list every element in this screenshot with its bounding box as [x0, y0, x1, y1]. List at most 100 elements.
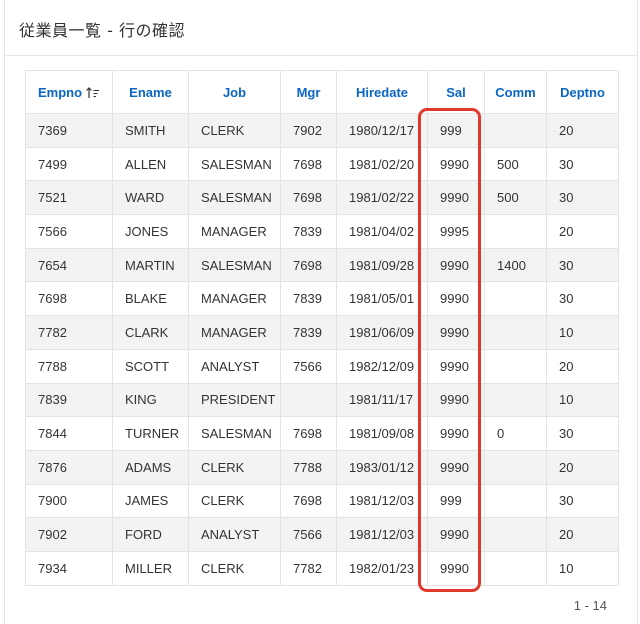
table-row: 7839 KING PRESIDENT 1981/11/17 9990 10 — [25, 382, 619, 418]
cell-empno: 7934 — [25, 550, 113, 586]
cell-ename: WARD — [112, 180, 189, 216]
cell-comm — [484, 483, 547, 519]
cell-ename: MILLER — [112, 550, 189, 586]
cell-mgr: 7698 — [280, 416, 337, 451]
cell-empno: 7698 — [25, 281, 113, 317]
cell-empno: 7499 — [25, 146, 113, 182]
cell-empno: 7654 — [25, 247, 113, 283]
cell-hiredate: 1981/05/01 — [336, 281, 428, 317]
cell-comm: 0 — [484, 416, 547, 451]
cell-hiredate: 1981/04/02 — [336, 214, 428, 249]
cell-deptno: 10 — [546, 315, 619, 350]
column-header-label: Empno — [37, 84, 83, 100]
cell-comm: 500 — [484, 180, 547, 216]
column-header-hiredate[interactable]: Hiredate — [336, 70, 428, 114]
cell-mgr: 7698 — [280, 180, 337, 216]
grid-body: 7369 SMITH CLERK 7902 1980/12/17 999 20 7499 ALL… — [25, 113, 619, 586]
column-header-deptno[interactable]: Deptno — [546, 70, 619, 114]
cell-sal: 9990 — [427, 517, 485, 552]
header-row: Empno Ename Job Mgr Hiredate Sal Comm De… — [25, 70, 619, 114]
cell-empno: 7902 — [25, 517, 113, 552]
table-row: 7788 SCOTT ANALYST 7566 1982/12/09 9990 20 — [25, 348, 619, 384]
cell-deptno: 20 — [546, 113, 619, 148]
cell-deptno: 20 — [546, 348, 619, 384]
table-row: 7369 SMITH CLERK 7902 1980/12/17 999 20 — [25, 113, 619, 148]
table-row: 7876 ADAMS CLERK 7788 1983/01/12 9990 20 — [25, 449, 619, 485]
cell-mgr: 7566 — [280, 348, 337, 384]
cell-sal: 999 — [427, 483, 485, 519]
cell-empno: 7566 — [25, 214, 113, 249]
cell-sal: 9990 — [427, 382, 485, 418]
cell-comm — [484, 315, 547, 350]
cell-mgr: 7902 — [280, 113, 337, 148]
cell-sal: 999 — [427, 113, 485, 148]
cell-job: CLERK — [188, 483, 281, 519]
cell-ename: SMITH — [112, 113, 189, 148]
sort-ascending-icon — [86, 87, 100, 99]
cell-job: SALESMAN — [188, 247, 281, 283]
cell-comm — [484, 517, 547, 552]
table-row: 7902 FORD ANALYST 7566 1981/12/03 9990 20 — [25, 517, 619, 552]
cell-ename: MARTIN — [112, 247, 189, 283]
cell-sal: 9990 — [427, 180, 485, 216]
page-title: 従業員一覧 - 行の確認 — [19, 21, 185, 40]
cell-mgr: 7698 — [280, 483, 337, 519]
table-row: 7900 JAMES CLERK 7698 1981/12/03 999 30 — [25, 483, 619, 519]
cell-mgr: 7839 — [280, 281, 337, 317]
cell-ename: ADAMS — [112, 449, 189, 485]
cell-deptno: 30 — [546, 180, 619, 216]
cell-job: MANAGER — [188, 281, 281, 317]
cell-mgr: 7782 — [280, 550, 337, 586]
report-region: 従業員一覧 - 行の確認 Empno Ename Job Mgr Hiredat… — [4, 0, 638, 624]
column-header-mgr[interactable]: Mgr — [280, 70, 337, 114]
cell-hiredate: 1982/01/23 — [336, 550, 428, 586]
cell-hiredate: 1981/12/03 — [336, 517, 428, 552]
column-header-sal[interactable]: Sal — [427, 70, 485, 114]
cell-ename: KING — [112, 382, 189, 418]
cell-deptno: 20 — [546, 449, 619, 485]
table-row: 7521 WARD SALESMAN 7698 1981/02/22 9990 500 30 — [25, 180, 619, 216]
table-row: 7654 MARTIN SALESMAN 7698 1981/09/28 9990 1400… — [25, 247, 619, 283]
cell-hiredate: 1981/06/09 — [336, 315, 428, 350]
pagination-range: 1 - 14 — [573, 598, 607, 613]
cell-ename: JAMES — [112, 483, 189, 519]
cell-sal: 9990 — [427, 348, 485, 384]
cell-comm — [484, 113, 547, 148]
cell-sal: 9990 — [427, 550, 485, 586]
table-row: 7934 MILLER CLERK 7782 1982/01/23 9990 10 — [25, 550, 619, 586]
cell-job: CLERK — [188, 550, 281, 586]
cell-ename: CLARK — [112, 315, 189, 350]
table-row: 7782 CLARK MANAGER 7839 1981/06/09 9990 10 — [25, 315, 619, 350]
cell-mgr: 7788 — [280, 449, 337, 485]
cell-ename: FORD — [112, 517, 189, 552]
cell-sal: 9990 — [427, 281, 485, 317]
cell-sal: 9990 — [427, 416, 485, 451]
cell-comm — [484, 348, 547, 384]
cell-empno: 7369 — [25, 113, 113, 148]
cell-sal: 9990 — [427, 247, 485, 283]
cell-deptno: 20 — [546, 214, 619, 249]
cell-job: SALESMAN — [188, 416, 281, 451]
table-row: 7844 TURNER SALESMAN 7698 1981/09/08 9990 0 30 — [25, 416, 619, 451]
cell-empno: 7788 — [25, 348, 113, 384]
region-header: 従業員一覧 - 行の確認 — [5, 0, 637, 56]
column-header-job[interactable]: Job — [188, 70, 281, 114]
cell-sal: 9990 — [427, 146, 485, 182]
cell-comm: 500 — [484, 146, 547, 182]
cell-mgr: 7566 — [280, 517, 337, 552]
cell-hiredate: 1981/11/17 — [336, 382, 428, 418]
cell-comm — [484, 214, 547, 249]
column-header-comm[interactable]: Comm — [484, 70, 547, 114]
cell-ename: BLAKE — [112, 281, 189, 317]
cell-deptno: 30 — [546, 247, 619, 283]
cell-mgr: 7839 — [280, 315, 337, 350]
cell-hiredate: 1981/09/08 — [336, 416, 428, 451]
cell-deptno: 30 — [546, 416, 619, 451]
table-row: 7499 ALLEN SALESMAN 7698 1981/02/20 9990 500 30 — [25, 146, 619, 182]
cell-ename: SCOTT — [112, 348, 189, 384]
cell-mgr — [280, 382, 337, 418]
column-header-empno[interactable]: Empno — [25, 70, 113, 114]
cell-job: ANALYST — [188, 348, 281, 384]
cell-empno: 7876 — [25, 449, 113, 485]
column-header-ename[interactable]: Ename — [112, 70, 189, 114]
